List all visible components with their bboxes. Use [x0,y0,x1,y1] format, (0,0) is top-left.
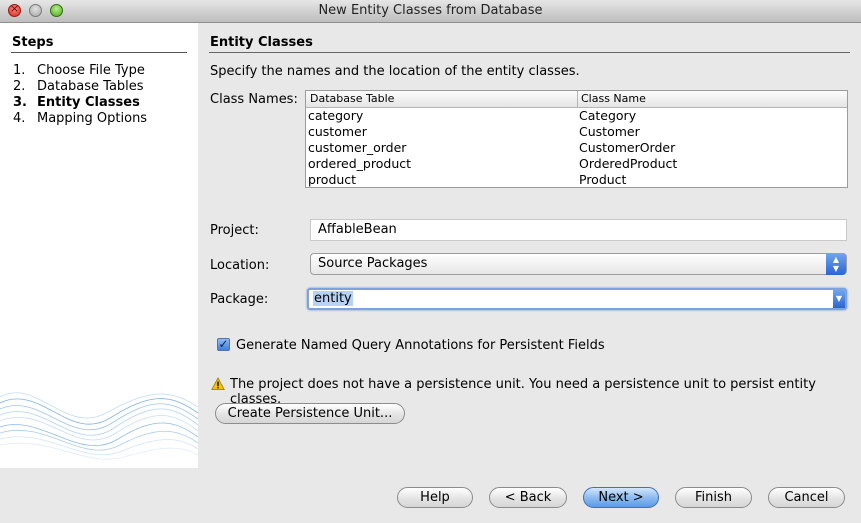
steps-list: 1. Choose File Type 2. Database Tables 3. E… [13,63,147,127]
panel-description: Specify the names and the location of th… [210,64,580,79]
step-label: Choose File Type [37,63,145,78]
window-title: New Entity Classes from Database [318,3,543,18]
checkmark-icon: ✓ [218,337,229,351]
named-query-checkbox-label[interactable]: Generate Named Query Annotations for Per… [236,338,605,353]
back-button[interactable]: < Back [489,487,567,508]
table-cell: category [308,108,364,123]
location-select[interactable]: Source Packages ▲ ▼ [310,253,847,275]
panel-title: Entity Classes [210,35,313,50]
step-item-current: 3. Entity Classes [13,95,140,110]
warning-icon [211,377,225,390]
table-row[interactable]: category Category [306,108,847,124]
table-cell[interactable]: Product [579,172,626,188]
named-query-checkbox[interactable]: ✓ [217,338,230,351]
decorative-waves-image [0,392,198,460]
chevron-down-icon[interactable]: ▼ [833,290,845,308]
table-row[interactable]: ordered_product OrderedProduct [306,156,847,172]
table-cell: ordered_product [308,156,412,171]
table-cell[interactable]: OrderedProduct [579,156,677,172]
project-label: Project: [210,223,259,238]
column-separator[interactable] [577,91,578,107]
column-header-class-name[interactable]: Class Name [581,92,646,105]
next-button[interactable]: Next > [583,487,659,508]
create-persistence-unit-button[interactable]: Create Persistence Unit... [215,403,405,424]
steps-divider [11,52,187,53]
class-names-table[interactable]: Database Table Class Name category Catego… [305,90,848,188]
table-cell[interactable]: CustomerOrder [579,140,675,156]
table-cell: product [308,172,357,187]
table-row[interactable]: product Product [306,172,847,188]
class-names-label: Class Names: [210,92,298,107]
step-item: 2. Database Tables [13,79,144,94]
up-down-arrows-icon: ▲ ▼ [826,253,846,275]
step-label: Entity Classes [37,95,140,110]
table-cell: customer [308,124,367,139]
table-header: Database Table Class Name [306,91,847,108]
table-cell[interactable]: Category [579,108,636,124]
package-label: Package: [210,292,269,307]
steps-title: Steps [12,35,54,50]
table-row[interactable]: customer_order CustomerOrder [306,140,847,156]
step-item: 1. Choose File Type [13,63,145,78]
column-header-database-table[interactable]: Database Table [310,92,394,105]
help-button[interactable]: Help [397,487,473,508]
step-label: Mapping Options [37,111,148,126]
finish-button[interactable]: Finish [675,487,752,508]
location-value: Source Packages [318,256,428,271]
title-bar: × New Entity Classes from Database [0,0,861,23]
table-cell: customer_order [308,140,407,155]
location-label: Location: [210,258,270,273]
package-combobox[interactable]: entity ▼ [307,288,847,310]
cancel-button[interactable]: Cancel [768,487,845,508]
steps-sidebar: Steps 1. Choose File Type 2. Database Tabl… [0,23,198,468]
panel-divider [209,52,850,53]
step-item: 4. Mapping Options [13,111,148,126]
table-cell[interactable]: Customer [579,124,640,140]
table-row[interactable]: customer Customer [306,124,847,140]
project-field: AffableBean [310,219,847,241]
package-value[interactable]: entity [313,291,353,306]
step-label: Database Tables [37,79,144,94]
